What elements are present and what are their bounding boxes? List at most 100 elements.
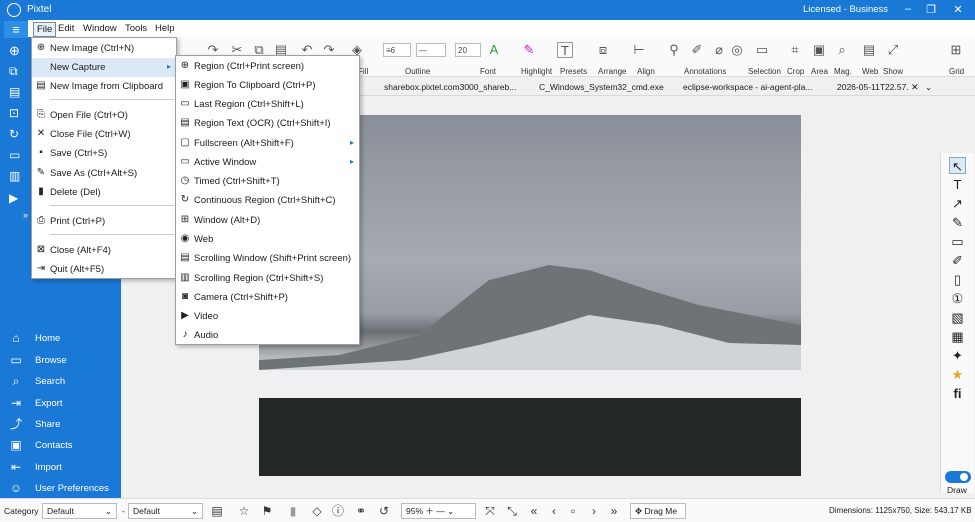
menu-item-continuous-region[interactable]: ↻ Continuous Region (Ctrl+Shift+C) — [176, 191, 359, 210]
menu-item-region-clipboard[interactable]: ▣ Region To Clipboard (Ctrl+P) — [176, 76, 359, 95]
sidebar-item-browse[interactable]: ▭ Browse — [0, 350, 121, 370]
arrow-tool-icon[interactable]: ↗ — [949, 195, 966, 212]
fi-tool-icon[interactable]: fi — [949, 385, 966, 402]
menu-item-camera[interactable]: ◙ Camera (Ctrl+Shift+P) — [176, 288, 359, 307]
menu-item-close[interactable]: ⊠ Close (Alt+F4) — [32, 241, 176, 260]
web-icon[interactable]: ▤ — [861, 42, 877, 58]
region-icon[interactable]: ⊡ — [9, 106, 19, 120]
zoom-control[interactable]: 95% ＋ — ⌄ — [401, 503, 476, 519]
fit-icon[interactable]: ⤧ — [483, 503, 497, 519]
sidebar-item-user-preferences[interactable]: ☺ User Preferences — [0, 478, 121, 498]
pin-icon[interactable]: ⚲ — [666, 42, 682, 58]
first-page-icon[interactable]: « — [527, 503, 541, 519]
page-icon[interactable]: ▫ — [566, 503, 580, 519]
font-size-select[interactable]: 20 — [455, 43, 481, 57]
sidebar-item-home[interactable]: ⌂ Home — [0, 328, 121, 348]
menu-item-quit[interactable]: ⇥ Quit (Alt+F5) — [32, 260, 176, 279]
document-icon[interactable]: ▤ — [9, 85, 20, 99]
rectangle-tool-icon[interactable]: ▭ — [949, 233, 966, 250]
tag-icon[interactable]: ◇ — [310, 503, 324, 519]
menu-tools[interactable]: Tools — [122, 22, 150, 35]
sidebar-item-export[interactable]: ⇥ Export — [0, 393, 121, 413]
tab-cmd[interactable]: C_Windows_System32_cmd.exe — [539, 82, 664, 92]
menu-file[interactable]: File — [33, 22, 57, 37]
tab-image[interactable]: 2026-05-11T22.57. — [837, 82, 909, 92]
blur-tool-icon[interactable]: ▦ — [949, 328, 966, 345]
star-icon[interactable]: ☆ — [237, 503, 251, 519]
menu-item-new-image[interactable]: ⊕ New Image (Ctrl+N) — [32, 39, 176, 58]
menu-item-close-file[interactable]: ✕ Close File (Ctrl+W) — [32, 125, 176, 144]
tabs-dropdown-icon[interactable]: ⌄ — [925, 82, 935, 93]
panel-icon[interactable]: ▥ — [9, 169, 20, 183]
flag-icon[interactable]: ⚑ — [260, 503, 274, 519]
link-icon[interactable]: ⚭ — [354, 503, 368, 519]
text-tool-icon[interactable]: T — [949, 176, 966, 193]
sidebar-item-contacts[interactable]: ▣ Contacts — [0, 435, 121, 455]
menu-item-timed[interactable]: ◷ Timed (Ctrl+Shift+T) — [176, 172, 359, 191]
grid-icon[interactable]: ⊞ — [948, 42, 964, 58]
star-tool-icon[interactable]: ★ — [949, 366, 966, 383]
menu-item-scrolling-window[interactable]: ▤ Scrolling Window (Shift+Print screen) — [176, 249, 359, 268]
selection-icon[interactable]: ▭ — [754, 42, 770, 58]
close-window-button[interactable]: ✕ — [948, 3, 968, 16]
fullscreen-icon[interactable]: ⤡ — [505, 503, 519, 519]
menu-item-region-ocr[interactable]: ▤ Region Text (OCR) (Ctrl+Shift+I) — [176, 114, 359, 133]
info-icon[interactable]: ⓘ — [331, 503, 345, 519]
hamburger-menu-icon[interactable]: ≡ — [4, 21, 28, 38]
draw-toggle[interactable] — [945, 471, 971, 483]
menu-item-web[interactable]: ◉ Web — [176, 230, 359, 249]
tab-close-icon[interactable]: ✕ — [911, 82, 919, 93]
maximize-button[interactable]: ❐ — [921, 3, 941, 16]
expand-icon[interactable]: » — [23, 210, 28, 220]
menu-item-last-region[interactable]: ▭ Last Region (Ctrl+Shift+L) — [176, 95, 359, 114]
menu-item-save[interactable]: ▪ Save (Ctrl+S) — [32, 144, 176, 163]
menu-item-new-image-clipboard[interactable]: ▤ New Image from Clipboard — [32, 77, 176, 96]
history-icon[interactable]: ↺ — [377, 503, 391, 519]
arrange-icon[interactable]: ⧈ — [595, 42, 611, 58]
stamp-icon[interactable]: ◎ — [729, 42, 745, 58]
menu-item-save-as[interactable]: ✎ Save As (Ctrl+Alt+S) — [32, 164, 176, 183]
line-style-select[interactable]: — — [416, 43, 446, 57]
brush-icon[interactable]: ✐ — [689, 42, 705, 58]
add-icon[interactable]: ⊕ — [9, 43, 20, 59]
note-tool-icon[interactable]: ▯ — [949, 271, 966, 288]
line-width-select[interactable]: ≡6 — [383, 43, 411, 57]
menu-item-video[interactable]: ▶ Video — [176, 307, 359, 326]
sidebar-item-search[interactable]: ⌕ Search — [0, 371, 121, 391]
sparkle-tool-icon[interactable]: ✦ — [949, 347, 966, 364]
pen-tool-icon[interactable]: ✎ — [949, 214, 966, 231]
window-icon[interactable]: ▭ — [9, 148, 20, 162]
list-icon[interactable]: ▤ — [210, 503, 224, 519]
pointer-icon[interactable]: ↖ — [949, 157, 966, 174]
tab-eclipse[interactable]: eclipse-workspace - ai-agent-pla... — [683, 82, 813, 92]
eraser-icon[interactable]: ⌀ — [711, 42, 727, 58]
highlight-icon[interactable]: ✎ — [521, 42, 537, 58]
show-icon[interactable]: ⤢ — [885, 42, 901, 58]
crop-icon[interactable]: ⌗ — [787, 42, 803, 58]
align-icon[interactable]: ⊢ — [631, 42, 647, 58]
history-icon[interactable]: ↻ — [9, 127, 19, 141]
menu-item-delete[interactable]: ▮ Delete (Del) — [32, 183, 176, 202]
image-tool-icon[interactable]: ▧ — [949, 309, 966, 326]
menu-window[interactable]: Window — [80, 22, 120, 35]
menu-help[interactable]: Help — [152, 22, 178, 35]
menu-item-scrolling-region[interactable]: ▥ Scrolling Region (Ctrl+Shift+S) — [176, 269, 359, 288]
prev-page-icon[interactable]: ‹ — [547, 503, 561, 519]
drag-me-button[interactable]: ✥ Drag Me — [630, 503, 686, 519]
marker-tool-icon[interactable]: ✐ — [949, 252, 966, 269]
sidebar-item-share[interactable]: ⤴ Share — [0, 414, 121, 434]
capture-icon[interactable]: ⧉ — [9, 64, 18, 79]
last-page-icon[interactable]: » — [607, 503, 621, 519]
menu-item-new-capture[interactable]: New Capture ▸ — [32, 58, 176, 77]
next-page-icon[interactable]: › — [587, 503, 601, 519]
area-icon[interactable]: ▣ — [811, 42, 827, 58]
menu-item-window[interactable]: ⊞ Window (Alt+D) — [176, 211, 359, 230]
secondary-select[interactable]: Default ⌄ — [128, 503, 203, 519]
menu-item-open-file[interactable]: ⎘ Open File (Ctrl+O) — [32, 106, 176, 125]
counter-tool-icon[interactable]: ① — [949, 290, 966, 307]
menu-item-active-window[interactable]: ▭ Active Window ▸ — [176, 153, 359, 172]
menu-item-region[interactable]: ⊕ Region (Ctrl+Print screen) — [176, 57, 359, 76]
category-select[interactable]: Default ⌄ — [42, 503, 117, 519]
sidebar-item-import[interactable]: ⇤ Import — [0, 457, 121, 477]
magnifier-icon[interactable]: ⌕ — [834, 42, 850, 58]
